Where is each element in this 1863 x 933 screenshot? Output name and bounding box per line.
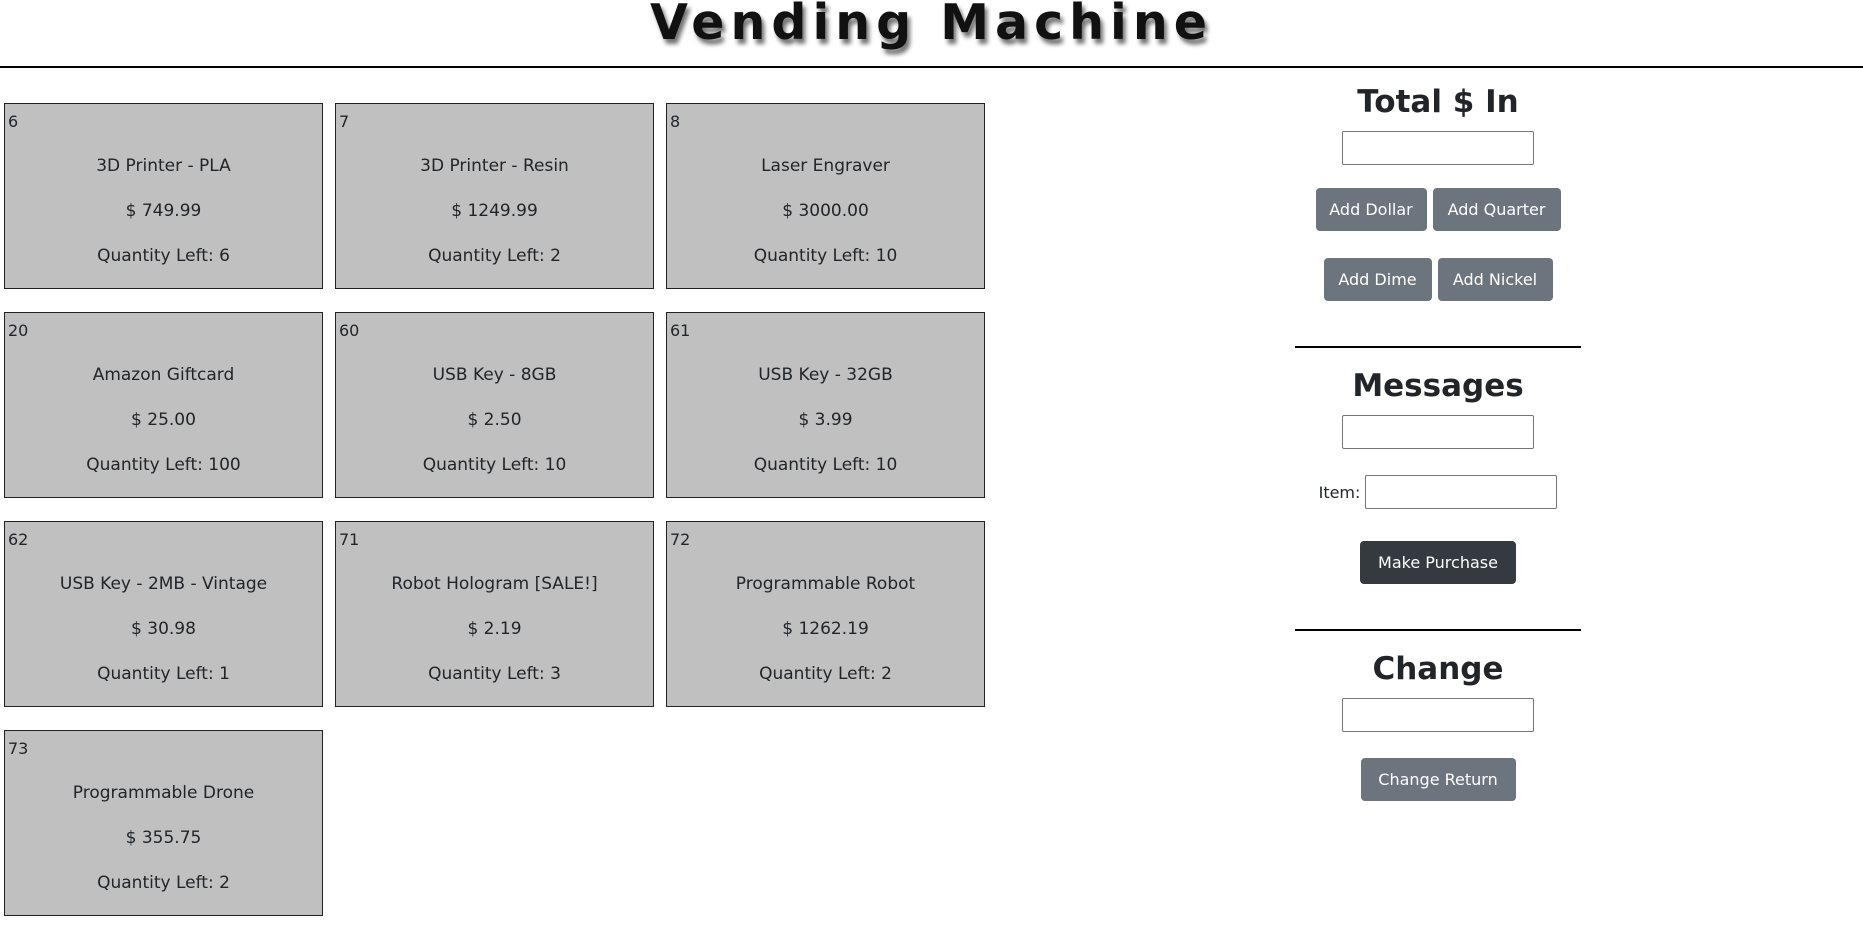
item-card[interactable]: 7 3D Printer - Resin $ 1249.99 Quantity Lef… [335, 103, 654, 289]
item-price: $ 749.99 [125, 201, 202, 221]
item-quantity: Quantity Left: 2 [428, 246, 561, 266]
item-card[interactable]: 71 Robot Hologram [SALE!] $ 2.19 Quantity L… [335, 521, 654, 707]
item-price: $ 25.00 [131, 410, 196, 430]
messages-field[interactable] [1342, 415, 1534, 449]
item-quantity: Quantity Left: 100 [86, 455, 241, 475]
item-name: 3D Printer - PLA [96, 156, 231, 176]
item-quantity: Quantity Left: 6 [97, 246, 230, 266]
item-quantity: Quantity Left: 10 [422, 455, 567, 475]
item-quantity: Quantity Left: 2 [97, 873, 230, 893]
item-id: 62 [8, 530, 29, 549]
item-id: 61 [670, 321, 691, 340]
add-dime-button[interactable]: Add Dime [1323, 258, 1432, 301]
item-field[interactable] [1365, 475, 1558, 509]
messages-title: Messages [1352, 368, 1524, 404]
item-price: $ 3.99 [798, 410, 853, 430]
item-name: USB Key - 8GB [432, 365, 557, 385]
item-card[interactable]: 61 USB Key - 32GB $ 3.99 Quantity Left: 10 [666, 312, 985, 498]
item-card[interactable]: 72 Programmable Robot $ 1262.19 Quantity Le… [666, 521, 985, 707]
item-quantity: Quantity Left: 3 [428, 664, 561, 684]
item-quantity: Quantity Left: 1 [97, 664, 230, 684]
item-id: 20 [8, 321, 29, 340]
item-id: 71 [339, 530, 360, 549]
change-title: Change [1372, 651, 1504, 687]
control-panel: Total $ In Add Dollar Add Quarter Add Di… [1295, 82, 1581, 801]
item-name: USB Key - 2MB - Vintage [59, 574, 268, 594]
item-id: 8 [670, 112, 681, 131]
item-price: $ 2.19 [467, 619, 522, 639]
item-price: $ 355.75 [125, 828, 202, 848]
item-id: 7 [339, 112, 350, 131]
item-price: $ 1262.19 [782, 619, 869, 639]
item-label: Item: [1318, 482, 1361, 502]
item-card[interactable]: 62 USB Key - 2MB - Vintage $ 30.98 Quantity… [4, 521, 323, 707]
item-grid: 6 3D Printer - PLA $ 749.99 Quantity Left: … [4, 103, 985, 916]
divider [1295, 346, 1581, 348]
page-title: Vending Machine [650, 0, 1213, 51]
item-name: Laser Engraver [761, 156, 890, 176]
item-name: Programmable Robot [735, 574, 916, 594]
item-price: $ 1249.99 [451, 201, 538, 221]
add-quarter-button[interactable]: Add Quarter [1432, 188, 1561, 231]
total-in-title: Total $ In [1357, 84, 1519, 120]
header: Vending Machine [0, 0, 1863, 68]
item-card[interactable]: 20 Amazon Giftcard $ 25.00 Quantity Left: 1… [4, 312, 323, 498]
item-price: $ 3000.00 [782, 201, 869, 221]
item-card[interactable]: 8 Laser Engraver $ 3000.00 Quantity Left: 1… [666, 103, 985, 289]
item-quantity: Quantity Left: 10 [753, 246, 898, 266]
item-card[interactable]: 60 USB Key - 8GB $ 2.50 Quantity Left: 10 [335, 312, 654, 498]
add-nickel-button[interactable]: Add Nickel [1437, 258, 1553, 301]
total-in-field[interactable] [1342, 131, 1534, 165]
item-id: 6 [8, 112, 19, 131]
change-field[interactable] [1342, 698, 1534, 732]
item-name: Robot Hologram [SALE!] [391, 574, 598, 594]
item-price: $ 30.98 [131, 619, 196, 639]
make-purchase-button[interactable]: Make Purchase [1360, 541, 1516, 584]
item-id: 60 [339, 321, 360, 340]
item-name: Amazon Giftcard [92, 365, 235, 385]
item-price: $ 2.50 [467, 410, 522, 430]
change-return-button[interactable]: Change Return [1360, 758, 1516, 801]
item-name: Programmable Drone [72, 783, 255, 803]
divider [1295, 629, 1581, 631]
item-quantity: Quantity Left: 2 [759, 664, 892, 684]
item-id: 72 [670, 530, 691, 549]
item-id: 73 [8, 739, 29, 758]
item-card[interactable]: 73 Programmable Drone $ 355.75 Quantity Lef… [4, 730, 323, 916]
item-name: USB Key - 32GB [758, 365, 893, 385]
add-dollar-button[interactable]: Add Dollar [1315, 188, 1427, 231]
item-quantity: Quantity Left: 10 [753, 455, 898, 475]
item-name: 3D Printer - Resin [420, 156, 569, 176]
item-card[interactable]: 6 3D Printer - PLA $ 749.99 Quantity Left: … [4, 103, 323, 289]
